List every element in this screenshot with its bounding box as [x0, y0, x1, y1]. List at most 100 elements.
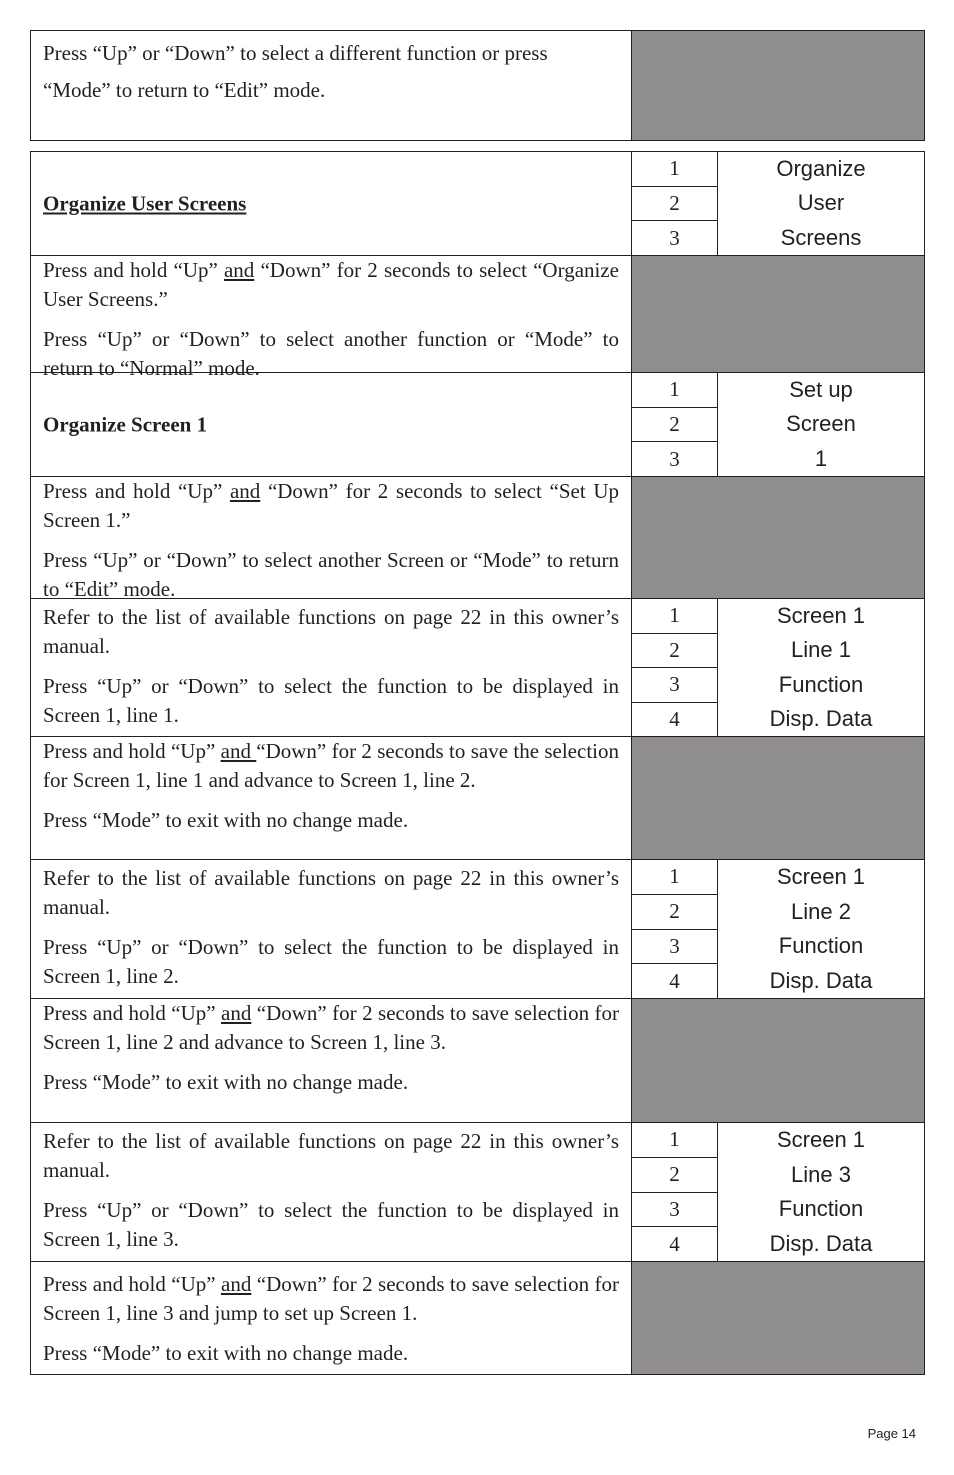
display-line: Disp. Data — [769, 705, 873, 731]
and-emphasis: and — [220, 739, 257, 763]
text: Press and hold “Up” — [43, 479, 230, 503]
instruction-cell: Press and hold “Up” and “Down” for 2 sec… — [31, 256, 632, 380]
display-line: Set up — [789, 377, 853, 403]
line-2-save-row: Press and hold “Up” and “Down” for 2 sec… — [31, 999, 924, 1123]
step-numbers: 1 2 3 4 — [632, 599, 718, 736]
line-2-selection-row: Refer to the list of available functions… — [31, 860, 924, 999]
step-number: 3 — [632, 930, 717, 965]
line-1-selection-row: Refer to the list of available functions… — [31, 599, 924, 737]
instruction-paragraph: Press “Up” or “Down” to select the funct… — [43, 935, 619, 988]
display-line: Organize — [776, 156, 866, 182]
section-header-organize-screen-1: Organize Screen 1 1 2 3 Set up Screen 1 — [31, 373, 924, 477]
line-3-selection-row: Refer to the list of available functions… — [31, 1123, 924, 1262]
step-numbers: 1 2 3 4 — [632, 860, 718, 998]
step-number: 4 — [669, 706, 680, 731]
section-title-cell: Organize Screen 1 — [31, 373, 632, 476]
instruction-paragraph: Press “Mode” to exit with no change made… — [43, 808, 409, 832]
instruction-paragraph: Press and hold “Up” and “Down” for 2 sec… — [43, 1270, 619, 1328]
display-line: Screen 1 — [776, 1127, 866, 1153]
and-emphasis: and — [229, 479, 261, 503]
display-line: Function — [778, 671, 864, 697]
display-line: Disp. Data — [769, 967, 873, 993]
line-3-save-row: Press and hold “Up” and “Down” for 2 sec… — [31, 1262, 924, 1374]
display-line: Function — [778, 933, 864, 959]
instruction-table: Organize User Screens 1 2 3 Organize Use… — [30, 151, 925, 1375]
display-line: Screen 1 — [776, 864, 866, 890]
shaded-cell — [632, 477, 924, 598]
shaded-cell — [632, 31, 924, 140]
step-number: 2 — [632, 634, 717, 668]
instruction-cell: Press and hold “Up” and “Down” for 2 sec… — [31, 1262, 632, 1374]
shaded-cell — [632, 999, 924, 1122]
display-line: User — [797, 190, 845, 216]
text: Press and hold “Up” — [43, 1272, 222, 1296]
page-number: Page 14 — [867, 1426, 916, 1441]
display-line: Function — [778, 1196, 864, 1222]
display-line: Line 3 — [791, 1161, 851, 1187]
step-number: 1 — [632, 1123, 717, 1158]
instruction-cell: Press and hold “Up” and “Down” for 2 sec… — [31, 999, 632, 1122]
step-number: 2 — [632, 187, 717, 222]
step-number: 3 — [669, 446, 680, 471]
display-line: Screen — [786, 411, 856, 437]
step-number: 2 — [632, 408, 717, 443]
text: Press and hold “Up” — [43, 739, 221, 763]
section-title-cell: Organize User Screens — [31, 152, 632, 255]
instruction-paragraph: Press “Up” or “Down” to select another S… — [43, 548, 619, 601]
step-number: 2 — [632, 1158, 717, 1193]
instruction-cell: Refer to the list of available functions… — [31, 860, 632, 998]
step-number: 3 — [632, 668, 717, 703]
display-line: Screen 1 — [776, 603, 866, 629]
step-numbers: 1 2 3 — [632, 373, 718, 476]
step-number: 3 — [669, 225, 680, 250]
display-line: Screens — [780, 224, 862, 250]
display-line: Line 1 — [791, 637, 851, 663]
line-1-save-row: Press and hold “Up” and “Down” for 2 sec… — [31, 737, 924, 860]
step-number: 3 — [632, 1193, 717, 1228]
step-number: 1 — [632, 152, 717, 187]
instruction-row: Press and hold “Up” and “Down” for 2 sec… — [31, 256, 924, 380]
step-number: 1 — [632, 373, 717, 408]
instruction-paragraph: Press and hold “Up” and “Down” for 2 sec… — [43, 737, 619, 795]
step-number: 1 — [632, 599, 717, 634]
step-numbers: 1 2 3 — [632, 152, 718, 255]
display-readout: Screen 1 Line 2 Function Disp. Data — [718, 860, 924, 998]
instruction-paragraph: Press “Mode” to exit with no change made… — [43, 1341, 409, 1365]
text: Press and hold “Up” — [43, 1001, 222, 1025]
and-emphasis: and — [223, 258, 255, 282]
instruction-paragraph: Refer to the list of available functions… — [43, 605, 619, 658]
section-title: Organize Screen 1 — [43, 412, 208, 436]
instruction-paragraph: Press “Mode” to exit with no change made… — [43, 1070, 409, 1094]
display-line: Disp. Data — [769, 1230, 873, 1256]
step-numbers: 1 2 3 4 — [632, 1123, 718, 1261]
intro-box: Press “Up” or “Down” to select a differe… — [30, 30, 925, 141]
instruction-paragraph: Refer to the list of available functions… — [43, 1129, 619, 1182]
section-title: Organize User Screens — [43, 191, 247, 215]
shaded-cell — [632, 256, 924, 372]
text: Press and hold “Up” — [43, 258, 224, 282]
and-emphasis: and — [221, 1272, 252, 1296]
display-readout: Organize User Screens — [718, 152, 924, 255]
display-readout: Screen 1 Line 1 Function Disp. Data — [718, 599, 924, 736]
section-header-organize-user-screens: Organize User Screens 1 2 3 Organize Use… — [31, 152, 924, 256]
instruction-row: Press and hold “Up” and “Down” for 2 sec… — [31, 477, 924, 601]
step-number: 4 — [669, 1231, 680, 1256]
shaded-cell — [632, 1262, 924, 1374]
instruction-paragraph: Press and hold “Up” and “Down” for 2 sec… — [43, 256, 619, 314]
instruction-paragraph: Press and hold “Up” and “Down” for 2 sec… — [43, 999, 619, 1057]
instruction-paragraph: Press “Up” or “Down” to select the funct… — [43, 1198, 619, 1251]
instruction-paragraph: Refer to the list of available functions… — [43, 866, 619, 919]
instruction-cell: Refer to the list of available functions… — [31, 599, 632, 736]
instruction-cell: Press and hold “Up” and “Down” for 2 sec… — [31, 477, 632, 601]
instruction-paragraph: Press and hold “Up” and “Down” for 2 sec… — [43, 477, 619, 535]
step-number: 2 — [632, 895, 717, 930]
instruction-paragraph: Press “Up” or “Down” to select the funct… — [43, 674, 619, 727]
step-number: 1 — [632, 860, 717, 895]
intro-text-cell: Press “Up” or “Down” to select a differe… — [31, 31, 632, 140]
display-readout: Screen 1 Line 3 Function Disp. Data — [718, 1123, 924, 1261]
display-readout: Set up Screen 1 — [718, 373, 924, 476]
intro-paragraph: “Mode” to return to “Edit” mode. — [43, 78, 326, 102]
display-line: Line 2 — [791, 898, 851, 924]
display-line: 1 — [814, 445, 828, 471]
and-emphasis: and — [221, 1001, 252, 1025]
